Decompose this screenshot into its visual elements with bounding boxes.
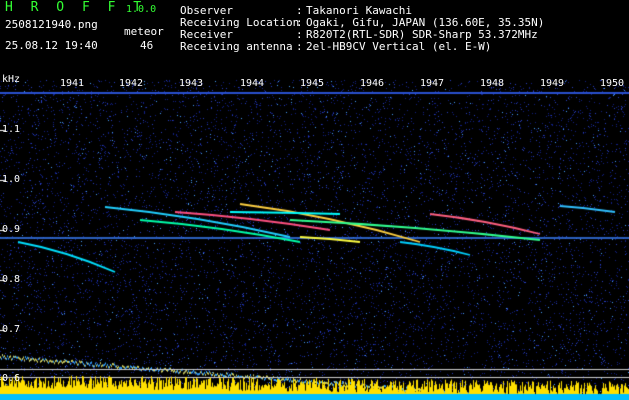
timestamp: 25.08.12 19:40	[5, 39, 98, 52]
x-tick: 1944	[240, 78, 265, 89]
x-tick: 1950	[600, 78, 625, 89]
file-name: 2508121940.png	[5, 18, 98, 31]
x-tick: 1949	[540, 78, 565, 89]
y-tick: 0.7	[2, 324, 21, 335]
meteor-count: 46	[140, 39, 154, 52]
y-tick: 0.6	[2, 373, 21, 384]
x-tick: 1942	[119, 78, 144, 89]
x-tick: 1945	[300, 78, 325, 89]
x-tick: 1946	[360, 78, 385, 89]
meteor-label: meteor	[124, 25, 164, 38]
spectrogram	[0, 72, 629, 400]
header: H R O F F T 1.0.0 2508121940.png 25.08.1…	[0, 0, 629, 72]
x-tick: 1943	[179, 78, 204, 89]
y-tick: 1.1	[2, 124, 21, 135]
app-name: H R O F F T	[5, 0, 147, 15]
y-tick: 1.0	[2, 174, 21, 185]
app-version: 1.0.0	[126, 4, 157, 15]
info-value-antenna: 2el-HB9CV Vertical (el. E-W)	[306, 40, 492, 53]
x-tick: 1941	[60, 78, 85, 89]
x-tick: 1947	[420, 78, 445, 89]
x-tick: 1948	[480, 78, 505, 89]
y-tick: 0.8	[2, 274, 21, 285]
y-axis-unit: kHz	[2, 74, 21, 85]
info-colon: :	[296, 40, 303, 53]
y-tick: 0.9	[2, 224, 21, 235]
info-key-antenna: Receiving antenna	[180, 40, 293, 53]
